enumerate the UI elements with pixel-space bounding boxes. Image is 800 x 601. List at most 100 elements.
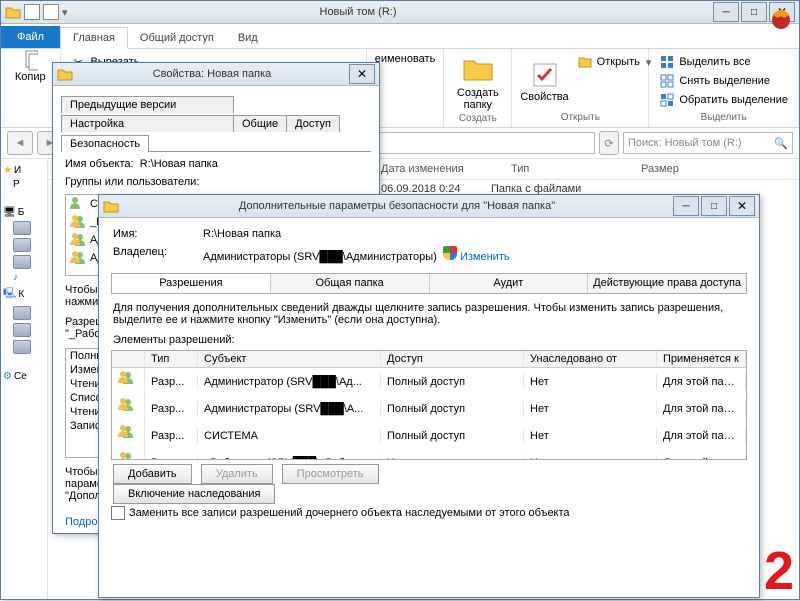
drive-icon — [13, 221, 31, 235]
change-owner-link[interactable]: Изменить — [460, 251, 510, 263]
rename-button[interactable]: еименовать — [375, 53, 436, 65]
select-invert-button[interactable]: Обратить выделение — [657, 91, 790, 109]
tab-effective[interactable]: Действующие права доступа — [588, 274, 746, 293]
props-tabs: Предыдущие версии Настройка Общие Доступ… — [61, 94, 371, 152]
folder-icon — [462, 53, 494, 85]
group-icon — [118, 424, 145, 444]
drive-icon — [13, 306, 31, 320]
advanced-security-dialog: Дополнительные параметры безопасности дл… — [98, 194, 760, 598]
add-button[interactable]: Добавить — [113, 464, 192, 484]
group-icon — [70, 250, 86, 266]
chevron-down-icon[interactable]: ▾ — [62, 6, 68, 19]
table-row[interactable]: Разр..._Работники (SRV███\_Работ...Измен… — [112, 449, 746, 460]
adv-titlebar: Дополнительные параметры безопасности дл… — [99, 195, 759, 218]
col-date[interactable]: Дата изменения — [381, 163, 511, 175]
adv-close-button[interactable]: ✕ — [729, 196, 755, 216]
decorative-logo — [768, 4, 794, 30]
checkmark-icon — [531, 61, 559, 89]
adv-header: Имя: R:\Новая папка Владелец: Администра… — [99, 218, 759, 267]
tab-customize[interactable]: Настройка — [61, 115, 234, 132]
groups-label: Группы или пользователи: — [53, 176, 379, 194]
drive-icon — [13, 255, 31, 269]
tab-general[interactable]: Общие — [233, 115, 287, 132]
owner-row: Администраторы (SRV███\Администраторы) И… — [203, 246, 745, 263]
permissions-grid[interactable]: Тип Субъект Доступ Унаследовано от Приме… — [111, 350, 747, 460]
elements-label: Элементы разрешений: — [113, 334, 745, 346]
props-title: Свойства: Новая папка — [77, 68, 347, 80]
group-icon — [70, 232, 86, 248]
col-size[interactable]: Размер — [641, 163, 699, 175]
col-type[interactable]: Тип — [511, 163, 641, 175]
col-applies[interactable]: Применяется к — [657, 351, 746, 367]
adv-maximize-button[interactable]: □ — [701, 196, 727, 216]
search-input[interactable]: Поиск: Новый том (R:)🔍 — [623, 132, 793, 154]
select-all-button[interactable]: Выделить все — [657, 53, 790, 71]
maximize-button[interactable]: □ — [741, 2, 767, 22]
copy-button[interactable]: Копир — [9, 53, 52, 83]
nav-tree[interactable]: ★И Р 🖥Б ♪ 🖳К ⚙Се — [1, 161, 48, 599]
drive-icon — [13, 323, 31, 337]
adv-minimize-button[interactable]: ─ — [673, 196, 699, 216]
table-row[interactable]: Разр...Администраторы (SRV███\А...Полный… — [112, 395, 746, 422]
shield-icon — [443, 246, 457, 260]
search-icon: 🔍 — [774, 137, 788, 150]
ribbon-tabs: Файл Главная Общий доступ Вид — [1, 24, 799, 49]
select-all-icon — [659, 54, 675, 70]
explorer-title: Новый том (R:) — [5, 6, 711, 18]
group-icon — [118, 397, 145, 417]
tab-sharing[interactable]: Доступ — [286, 115, 340, 132]
table-row[interactable]: Разр...СИСТЕМАПолный доступНетДля этой п… — [112, 422, 746, 449]
name-label: Имя: — [113, 228, 203, 240]
ribbon-group-select: Выделить все Снять выделение Обратить вы… — [649, 49, 799, 127]
view-button[interactable]: Просмотреть — [282, 464, 379, 484]
tab-share[interactable]: Общая папка — [271, 274, 430, 293]
table-row[interactable]: Разр...Администратор (SRV███\Ад...Полный… — [112, 368, 746, 395]
minimize-button[interactable]: ─ — [713, 2, 739, 22]
group-icon — [118, 451, 145, 460]
remove-button[interactable]: Удалить — [201, 464, 273, 484]
col-subject[interactable]: Субъект — [198, 351, 381, 367]
open-icon — [577, 54, 593, 70]
tab-view[interactable]: Вид — [226, 28, 270, 48]
folder-icon — [57, 66, 73, 82]
replace-label: Заменить все записи разрешений дочернего… — [129, 507, 570, 519]
tab-audit[interactable]: Аудит — [430, 274, 589, 293]
col-inherited[interactable]: Унаследовано от — [524, 351, 657, 367]
nav-back-button[interactable]: ◄ — [7, 131, 33, 155]
checkbox-icon[interactable] — [111, 506, 125, 520]
grid-header[interactable]: Тип Субъект Доступ Унаследовано от Приме… — [112, 351, 746, 368]
network-icon: ⚙ — [3, 371, 12, 382]
select-none-button[interactable]: Снять выделение — [657, 72, 790, 90]
tab-home[interactable]: Главная — [60, 27, 128, 49]
ribbon-group-open: Свойства Открыть▾ Открыть — [512, 49, 649, 127]
qat-btn-2[interactable] — [43, 4, 59, 20]
object-name-row: Имя объекта: R:\Новая папка — [53, 152, 379, 176]
library-icon: 🖥 — [3, 207, 16, 218]
refresh-button[interactable]: ⟳ — [599, 131, 619, 155]
tab-previous-versions[interactable]: Предыдущие версии — [61, 96, 234, 113]
open-button[interactable]: Открыть▾ — [575, 53, 654, 71]
tab-permissions[interactable]: Разрешения — [112, 274, 271, 293]
col-access[interactable]: Доступ — [381, 351, 524, 367]
quick-access-toolbar: ▾ — [5, 2, 68, 22]
properties-button[interactable]: Свойства — [520, 53, 568, 110]
adv-button-row: Добавить Удалить Просмотреть — [113, 468, 745, 480]
tab-file[interactable]: Файл — [1, 26, 60, 48]
select-none-icon — [659, 73, 675, 89]
tab-share[interactable]: Общий доступ — [128, 28, 226, 48]
favorites-icon: ★ — [3, 165, 12, 176]
new-folder-button[interactable]: Создать папку — [452, 53, 503, 111]
select-invert-icon — [659, 92, 675, 108]
tab-security[interactable]: Безопасность — [61, 135, 149, 152]
qat-btn-1[interactable] — [24, 4, 40, 20]
props-close-button[interactable]: ✕ — [349, 64, 375, 84]
drive-icon — [13, 340, 31, 354]
step-badge: 2 — [764, 544, 794, 598]
col-type[interactable]: Тип — [145, 351, 198, 367]
enable-inheritance-button[interactable]: Включение наследования — [113, 484, 275, 504]
computer-icon: 🖳 — [3, 286, 16, 303]
user-icon — [70, 196, 86, 212]
group-icon — [70, 214, 86, 230]
replace-checkbox-row[interactable]: Заменить все записи разрешений дочернего… — [111, 506, 747, 520]
ribbon-group-new: Создать папку Создать — [444, 49, 512, 127]
